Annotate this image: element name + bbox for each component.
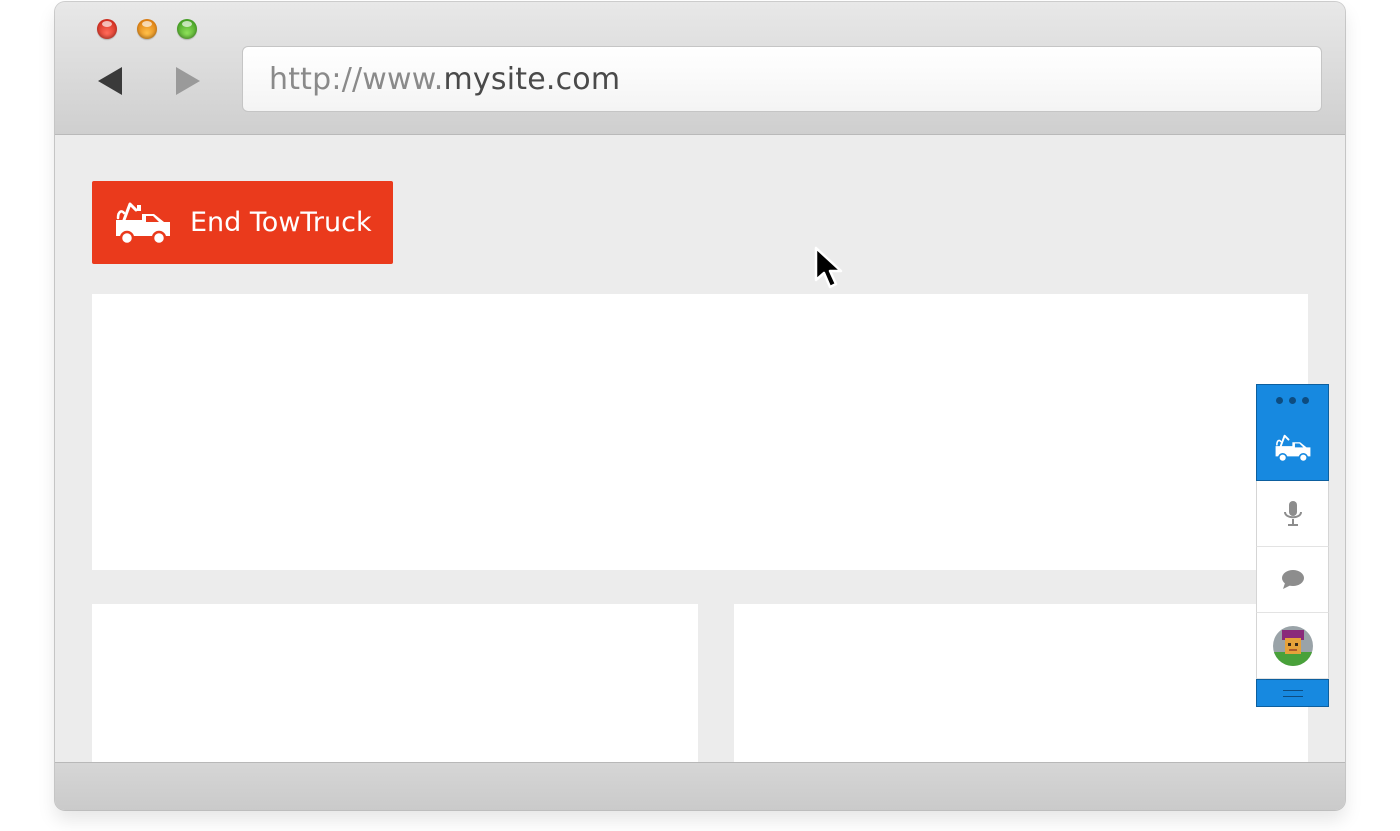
url-protocol: http://www. (269, 61, 444, 97)
dock-towtruck-button[interactable] (1256, 415, 1329, 481)
forward-arrow-icon[interactable] (176, 67, 200, 95)
dock-chat-button[interactable] (1256, 547, 1329, 613)
towtruck-icon (116, 202, 170, 245)
minimize-window-button[interactable] (137, 19, 157, 39)
dock-microphone-button[interactable] (1256, 481, 1329, 547)
content-panel-bottom-right (734, 604, 1308, 774)
chat-bubble-icon (1281, 569, 1304, 589)
menu-icon (1282, 689, 1303, 697)
close-window-button[interactable] (97, 19, 117, 39)
end-towtruck-label: End TowTruck (190, 207, 372, 238)
content-panel-top (92, 294, 1308, 570)
dock-profile-button[interactable] (1256, 613, 1329, 679)
handle-dot (1276, 396, 1283, 404)
back-arrow-icon[interactable] (98, 67, 122, 95)
browser-window: http://www. mysite.com End TowTruck (55, 2, 1345, 810)
towtruck-dock (1256, 384, 1329, 707)
end-towtruck-button[interactable]: End TowTruck (92, 181, 393, 264)
page-content: End TowTruck (55, 135, 1345, 774)
address-bar[interactable]: http://www. mysite.com (242, 46, 1322, 112)
url-host: mysite.com (443, 61, 621, 97)
handle-dot (1289, 396, 1296, 404)
mouse-pointer-icon (814, 246, 843, 289)
content-panel-bottom-left (92, 604, 698, 774)
handle-dot (1302, 396, 1309, 404)
towtruck-icon (1275, 434, 1310, 462)
dock-menu-button[interactable] (1256, 679, 1329, 707)
user-avatar (1272, 625, 1313, 666)
browser-toolbar: http://www. mysite.com (55, 2, 1345, 135)
zoom-window-button[interactable] (177, 19, 197, 39)
microphone-icon (1283, 500, 1302, 526)
dock-drag-handle[interactable] (1256, 384, 1329, 415)
browser-status-bar (55, 762, 1345, 810)
